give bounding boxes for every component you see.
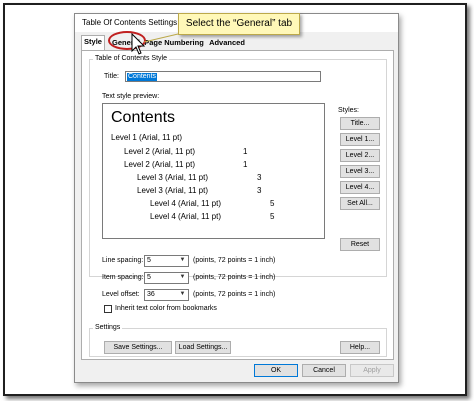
item-spacing-select[interactable]: 5 ▼ [144, 272, 189, 284]
line-spacing-hint: (points, 72 points = 1 inch) [193, 257, 276, 264]
save-settings-button[interactable]: Save Settings... [104, 341, 172, 354]
line-spacing-select[interactable]: 5 ▼ [144, 255, 189, 267]
line-spacing-value: 5 [147, 257, 151, 264]
style-tab-page: Table of Contents Style Title: Contents … [81, 50, 394, 360]
instruction-callout: Select the “General” tab [178, 13, 300, 35]
level-3-style-button[interactable]: Level 3... [340, 165, 380, 178]
level-offset-hint: (points, 72 points = 1 inch) [193, 291, 276, 298]
styles-label: Styles: [338, 107, 360, 114]
preview-page-number: 3 [257, 186, 262, 195]
preview-page-number: 5 [270, 199, 275, 208]
chevron-down-icon: ▼ [179, 274, 186, 280]
preview-label: Text style preview: [102, 93, 160, 100]
level-offset-select[interactable]: 36 ▼ [144, 289, 189, 301]
tab-advanced[interactable]: Advanced [207, 37, 247, 49]
preview-line: Level 4 (Arial, 11 pt) [150, 199, 221, 208]
preview-heading: Contents [111, 109, 176, 126]
ok-button[interactable]: OK [254, 364, 298, 377]
title-input[interactable]: Contents [125, 71, 321, 82]
preview-line: Level 3 (Arial, 11 pt) [137, 186, 208, 195]
preview-line: Level 3 (Arial, 11 pt) [137, 173, 208, 182]
help-button[interactable]: Help... [340, 341, 380, 354]
chevron-down-icon: ▼ [179, 291, 186, 297]
preview-page-number: 3 [257, 173, 262, 182]
toc-settings-dialog: Table Of Contents Settings Style General… [74, 13, 399, 383]
level-4-style-button[interactable]: Level 4... [340, 181, 380, 194]
title-label: Title: [104, 73, 119, 80]
preview-line: Level 2 (Arial, 11 pt) [124, 160, 195, 169]
preview-page-number: 1 [243, 160, 248, 169]
settings-group-label: Settings [93, 324, 123, 331]
chevron-down-icon: ▼ [179, 257, 186, 263]
preview-page-number: 5 [270, 212, 275, 221]
preview-line: Level 4 (Arial, 11 pt) [150, 212, 221, 221]
item-spacing-hint: (points, 72 points = 1 inch) [193, 274, 276, 281]
level-1-style-button[interactable]: Level 1... [340, 133, 380, 146]
title-input-value: Contents [127, 73, 158, 81]
preview-page-number: 1 [243, 147, 248, 156]
cancel-button[interactable]: Cancel [302, 364, 346, 377]
inherit-color-label: Inherit text color from bookmarks [115, 305, 217, 312]
level-2-style-button[interactable]: Level 2... [340, 149, 380, 162]
apply-button[interactable]: Apply [350, 364, 394, 377]
preview-line: Level 2 (Arial, 11 pt) [124, 147, 195, 156]
inherit-color-checkbox[interactable] [104, 305, 112, 313]
tab-style[interactable]: Style [81, 35, 105, 50]
item-spacing-value: 5 [147, 274, 151, 281]
set-all-button[interactable]: Set All... [340, 197, 380, 210]
pointer-arrow-icon [131, 32, 179, 55]
reset-button[interactable]: Reset [340, 238, 380, 251]
title-style-button[interactable]: Title... [340, 117, 380, 130]
item-spacing-label: Item spacing: [102, 274, 144, 281]
load-settings-button[interactable]: Load Settings... [175, 341, 231, 354]
text-style-preview: Contents Level 1 (Arial, 11 pt) Level 2 … [102, 103, 325, 239]
dialog-title: Table Of Contents Settings [82, 18, 178, 27]
line-spacing-label: Line spacing: [102, 257, 144, 264]
level-offset-value: 36 [147, 291, 155, 298]
level-offset-label: Level offset: [102, 291, 140, 298]
preview-line: Level 1 (Arial, 11 pt) [111, 133, 182, 142]
